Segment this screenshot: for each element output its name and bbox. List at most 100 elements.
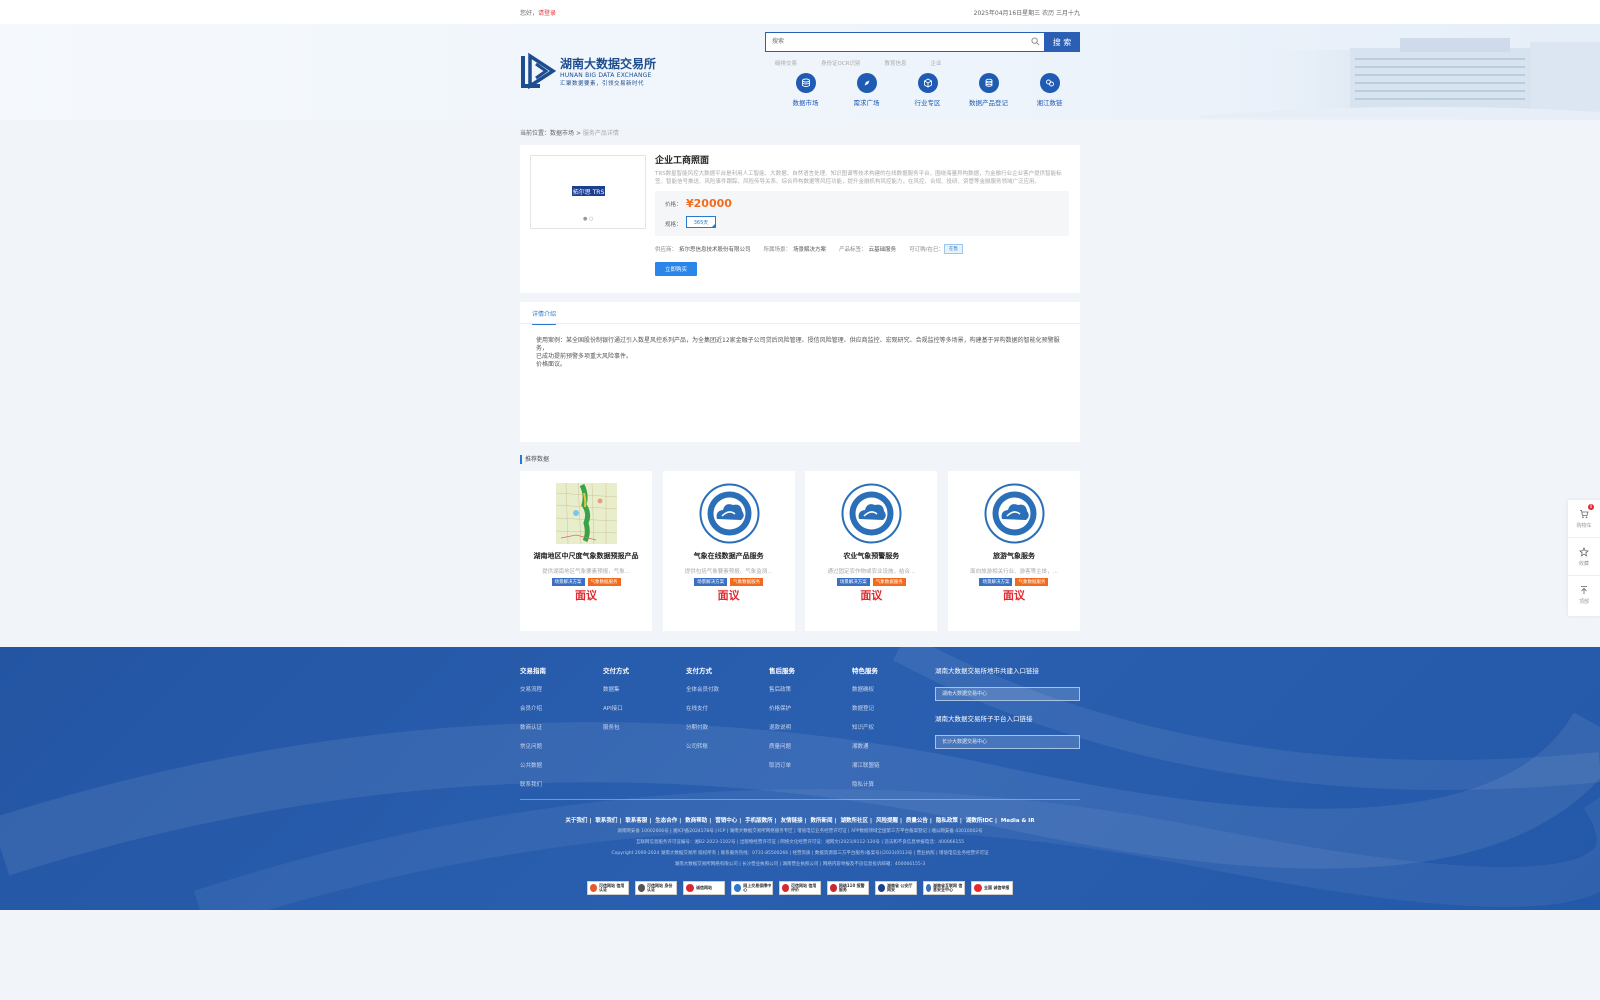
footer-link[interactable]: 价格保护 <box>769 704 852 712</box>
recommend-card-title: 湖南地区中尺度气象数据预报产品 <box>533 552 639 560</box>
nav-item-demand-square[interactable]: 需求广场 <box>836 73 897 107</box>
footer-link-bar: 关于我们 | 联系我们 | 联系客服 | 生态合作 | 数商帮助 | 营销中心 | 手机版数… <box>565 818 1035 824</box>
footer-portal-links: 湖南大数据交易所地市共建入口链接 湖南大数据交易中心 湖南大数据交易所子平台入口… <box>935 665 1080 761</box>
greeting: 您好，请登录 <box>520 9 557 17</box>
footer-link[interactable]: 分期付款 <box>686 723 769 731</box>
search-button[interactable]: 搜 索 <box>1044 32 1080 52</box>
nav-item-product-registration[interactable]: 数据产品登记 <box>958 73 1019 107</box>
recommend-card[interactable]: 湖南地区中尺度气象数据预报产品 提供湖南地区气象要素预报，气象... 场景解决方… <box>520 471 652 631</box>
footer-bar-link[interactable]: 质量公告 <box>906 818 928 824</box>
meteorology-logo-icon <box>984 483 1045 544</box>
product-title: 企业工商照面 <box>655 156 710 166</box>
recommend-card-desc: 通过固定农作物或农业设施，结合... <box>827 569 916 575</box>
buy-now-button[interactable]: 立即购买 <box>655 262 697 276</box>
footer-link[interactable]: 公司转账 <box>686 742 769 750</box>
login-link[interactable]: 请登录 <box>538 10 556 17</box>
trust-badge[interactable]: 可信网站 信用认证 <box>587 881 629 895</box>
side-float-toolbar: 0 购物车 收藏 顶部 <box>1568 500 1600 616</box>
product-description: TRS数星智能风控大数据平台是利用人工智能、大数据、自然语言处理、知识图谱等技术… <box>655 171 1062 185</box>
search-input[interactable] <box>765 32 1044 52</box>
footer-link[interactable]: 全体会员付款 <box>686 685 769 693</box>
footer-link[interactable]: 数据集 <box>603 685 686 693</box>
footer-link[interactable]: 质量问题 <box>769 742 852 750</box>
back-to-top-button[interactable]: 顶部 <box>1568 576 1600 614</box>
city-portal-select[interactable]: 湖南大数据交易中心 <box>935 687 1080 701</box>
footer-link[interactable]: 知识产权 <box>852 723 935 731</box>
nav-item-xiangjiang-chain[interactable]: 湘江数链 <box>1019 73 1080 107</box>
recommend-card-price: 面议 <box>1002 589 1025 602</box>
logo[interactable]: 湖南大数据交易所 HUNAN BIG DATA EXCHANGE 汇聚数据要素，… <box>520 52 656 90</box>
footer-bar-link[interactable]: 友情链接 <box>781 818 803 824</box>
footer-bar-link[interactable]: 湖数所IDC <box>966 818 993 824</box>
hotword[interactable]: 企业 <box>931 59 942 67</box>
footer-bar-link[interactable]: 营销中心 <box>715 818 737 824</box>
footer-bar-link[interactable]: 联系客服 <box>625 818 647 824</box>
sub-platform-select[interactable]: 长沙大数据交易中心 <box>935 735 1080 749</box>
footer-bar-link[interactable]: 隐私政策 <box>936 818 958 824</box>
image-pager-dots[interactable]: ● ○ <box>583 216 593 222</box>
cart-count-badge: 0 <box>1588 504 1594 510</box>
building-illustration <box>1200 38 1600 118</box>
hotword[interactable]: 教育信息 <box>885 59 907 67</box>
footer-link[interactable]: 湘江联盟链 <box>852 761 935 769</box>
footer-link[interactable]: 常见问题 <box>520 742 603 750</box>
footer-bar-link[interactable]: 关于我们 <box>565 818 587 824</box>
recommend-list: 湖南地区中尺度气象数据预报产品 提供湖南地区气象要素预报，气象... 场景解决方… <box>520 471 1080 631</box>
cart-button[interactable]: 0 购物车 <box>1568 500 1600 538</box>
footer-legal-info: 湖南网安备 10002006号 | 湘ICP备2024178号 | ICP | … <box>611 829 989 867</box>
trust-badge[interactable]: 湖南省 公安厅网安 <box>875 881 917 895</box>
favorite-button[interactable]: 收藏 <box>1568 538 1600 576</box>
footer-link[interactable]: 公共数据 <box>520 761 603 769</box>
recommend-card-price: 面议 <box>717 589 740 602</box>
footer-trust-badges: 可信网站 信用认证 可信网站 身份认证 诚信网站 网上交易保障中心 可信网站 信… <box>520 881 1080 895</box>
spec-option[interactable]: 365天 <box>686 216 716 228</box>
hotword[interactable]: 碳排交易 <box>775 59 797 67</box>
trust-badge[interactable]: 网络110 报警服务 <box>827 881 869 895</box>
footer-bar-link[interactable]: 湖数所社区 <box>841 818 869 824</box>
footer-link[interactable]: 数据登记 <box>852 704 935 712</box>
footer-link[interactable]: 联系我们 <box>520 780 603 788</box>
type-value: 云基础服务 <box>868 247 897 253</box>
footer-link[interactable]: 售后政策 <box>769 685 852 693</box>
footer-link[interactable]: 数商认证 <box>520 723 603 731</box>
logo-subtitle: HUNAN BIG DATA EXCHANGE <box>560 72 652 79</box>
trust-badge[interactable]: 可信网站 身份认证 <box>635 881 677 895</box>
footer-bar-link[interactable]: 生态合作 <box>655 818 677 824</box>
trust-badge[interactable]: 诚信网站 <box>683 881 725 895</box>
cube-icon <box>923 78 932 88</box>
footer-bar-link[interactable]: 联系我们 <box>595 818 617 824</box>
price-box: 价格： ¥20000 规格： 365天 <box>655 191 1069 236</box>
hotword[interactable]: 身份证OCR识别 <box>821 59 861 67</box>
breadcrumb-parent-link[interactable]: 数据市场 <box>550 130 574 137</box>
footer-link[interactable]: 会员介绍 <box>520 704 603 712</box>
stack-icon <box>985 78 992 87</box>
trust-badge[interactable]: 可信网站 信用评价 <box>779 881 821 895</box>
footer-link[interactable]: 数据确权 <box>852 685 935 693</box>
nav-item-data-market[interactable]: 数据市场 <box>775 73 836 107</box>
footer-bar-link[interactable]: 数所新闻 <box>811 818 833 824</box>
footer-link[interactable]: 退款说明 <box>769 723 852 731</box>
footer-bar-link[interactable]: Media & IR <box>1001 818 1035 824</box>
footer-link[interactable]: 交易流程 <box>520 685 603 693</box>
footer-bar-link[interactable]: 数商帮助 <box>685 818 707 824</box>
footer-link[interactable]: 取消订单 <box>769 761 852 769</box>
footer-bar-link[interactable]: 手机版数所 <box>745 818 773 824</box>
footer: 交易指南 交易流程 会员介绍 数商认证 常见问题 公共数据 联系我们 交付方式 … <box>0 647 1600 910</box>
trust-badge[interactable]: 网上交易保障中心 <box>731 881 773 895</box>
tab-detail[interactable]: 详情介绍 <box>532 309 557 325</box>
footer-link[interactable]: 在线支付 <box>686 704 769 712</box>
footer-bar-link[interactable]: 风险提醒 <box>876 818 898 824</box>
footer-link[interactable]: 服务包 <box>603 723 686 731</box>
footer-link[interactable]: API接口 <box>603 704 686 712</box>
cart-icon <box>1580 509 1589 518</box>
trust-badge[interactable]: 湖南省互联网 信息安全中心 <box>923 881 965 895</box>
compass-icon <box>864 80 869 86</box>
footer-link[interactable]: 隐私计算 <box>852 780 935 788</box>
product-brand-logo: 拓尔思 TRS <box>572 186 605 196</box>
footer-link[interactable]: 湘数通 <box>852 742 935 750</box>
trust-badge[interactable]: 全国 诚信举报 <box>971 881 1013 895</box>
recommend-card[interactable]: 气象在线数据产品服务 提供包括气象要素预报、气象监测... 场景解决方案 气象数据… <box>662 471 795 631</box>
nav-item-industry-zone[interactable]: 行业专区 <box>897 73 958 107</box>
recommend-card[interactable]: 农业气象预警服务 通过固定农作物或农业设施，结合... 场景解决方案 气象数据服务… <box>805 471 938 631</box>
recommend-card[interactable]: 旅游气象服务 面向旅游相关行业、游客等主体，... 场景解决方案 气象数据服务 面… <box>947 471 1080 631</box>
